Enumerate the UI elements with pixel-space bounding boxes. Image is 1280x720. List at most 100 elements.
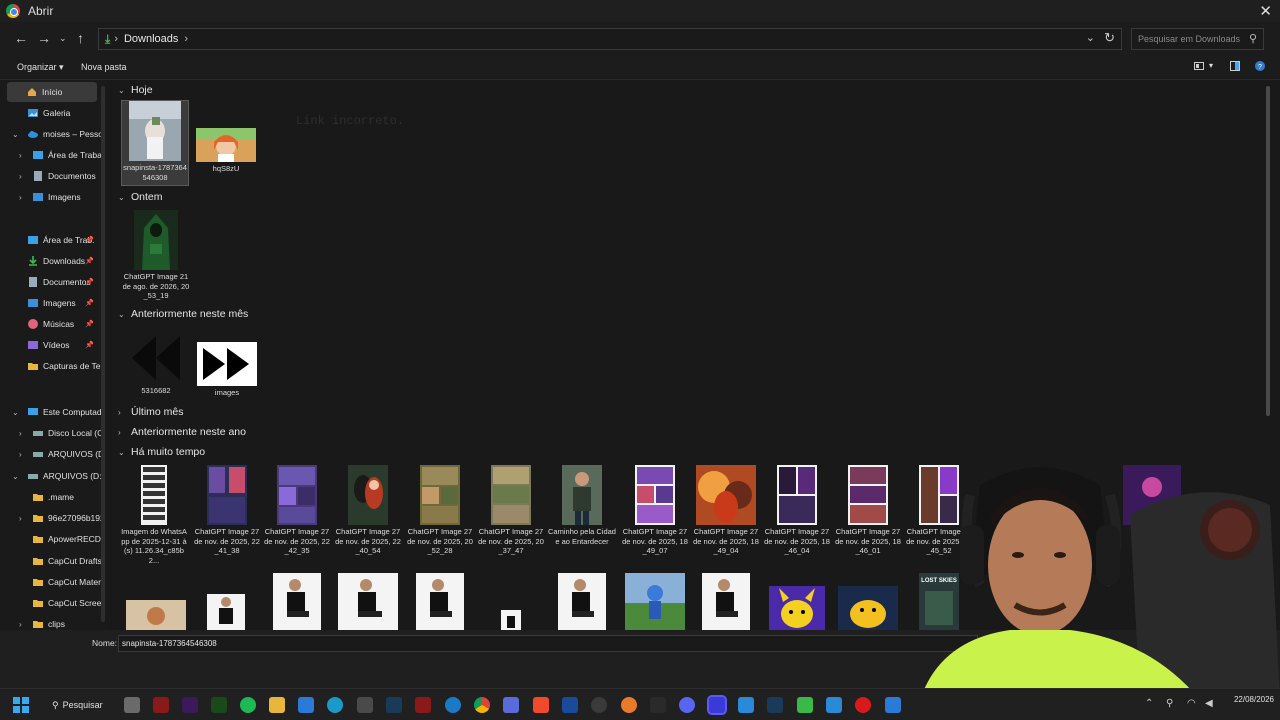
pin-icon[interactable]: 📌	[85, 299, 94, 307]
group-anteriormente-mes[interactable]: ⌄ Anteriormente neste mês	[118, 308, 248, 320]
file-tile[interactable]	[692, 573, 760, 630]
sidebar-item-downloads[interactable]: Downloads 📌	[0, 251, 104, 271]
file-tile[interactable]	[263, 573, 331, 630]
file-tile[interactable]	[621, 573, 689, 630]
app-icon[interactable]	[298, 697, 314, 713]
sidebar-item-musicas[interactable]: Músicas 📌	[0, 314, 104, 334]
volume-icon[interactable]: ◀	[1205, 698, 1213, 709]
file-tile[interactable]: ChatGPT Image 21 de ago. de 2026, 20_53_…	[122, 210, 190, 301]
sidebar-item-videos[interactable]: Vídeos 📌	[0, 335, 104, 355]
close-icon[interactable]: ✕	[1259, 2, 1272, 20]
file-tile[interactable]: ChatGPT Image 27 de nov. de 2025, 22_41_…	[193, 465, 261, 556]
spotify-icon[interactable]	[240, 697, 256, 713]
edge-icon[interactable]	[327, 697, 343, 713]
up-icon[interactable]: ↑	[77, 30, 84, 46]
task-view-icon[interactable]	[124, 697, 140, 713]
view-options-icon[interactable]	[1194, 61, 1204, 71]
pin-icon[interactable]: 📌	[85, 236, 94, 244]
group-hoje[interactable]: ⌄ Hoje	[118, 84, 153, 96]
pin-icon[interactable]: 📌	[85, 257, 94, 265]
clock[interactable]: 22/08/2026	[1226, 695, 1274, 705]
file-explorer-icon[interactable]	[269, 697, 285, 713]
sidebar-item-quick-desktop[interactable]: Área de Trab. 📌	[0, 230, 104, 250]
network-icon[interactable]: ⚲	[1166, 698, 1173, 709]
pin-icon[interactable]: 📌	[85, 278, 94, 286]
file-tile[interactable]	[763, 586, 831, 630]
file-tile[interactable]	[192, 594, 260, 630]
search-box[interactable]: ⚲	[1131, 28, 1264, 50]
file-tile[interactable]: Caminho pela Cidade ao Entardecer	[548, 465, 616, 546]
view-dropdown-icon[interactable]: ▾	[1209, 61, 1213, 70]
sidebar-item-capcut-materi[interactable]: CapCut Materi	[0, 572, 104, 592]
file-tile[interactable]	[406, 573, 474, 630]
sidebar-scrollbar[interactable]	[101, 86, 105, 622]
steam-icon[interactable]	[767, 697, 783, 713]
sidebar-item-clips[interactable]: clips	[0, 614, 104, 630]
app-icon[interactable]	[855, 697, 871, 713]
sidebar-item-quick-documentos[interactable]: Documentos 📌	[0, 272, 104, 292]
forward-icon[interactable]: →	[37, 30, 51, 46]
group-ultimo-mes[interactable]: › Último mês	[118, 406, 184, 418]
sidebar-item-galeria[interactable]: Galeria	[0, 103, 104, 123]
app-icon[interactable]	[650, 697, 666, 713]
file-tile[interactable]: 5316682	[122, 332, 190, 396]
file-tile[interactable]: ChatGPT Image 27 de nov. de 2025, 18_46_…	[763, 465, 831, 556]
new-folder-button[interactable]: Nova pasta	[81, 62, 127, 72]
discord-icon[interactable]	[679, 697, 695, 713]
sidebar-item-capcut-drafts[interactable]: CapCut Drafts	[0, 551, 104, 571]
app-icon[interactable]	[885, 697, 901, 713]
file-tile[interactable]: images	[193, 342, 261, 398]
app-icon[interactable]	[503, 697, 519, 713]
chevron-down-icon[interactable]: ⌄	[1086, 31, 1095, 44]
edge-icon[interactable]	[445, 697, 461, 713]
app-icon[interactable]	[211, 697, 227, 713]
wifi-icon[interactable]: ◠	[1187, 698, 1196, 709]
app-icon[interactable]	[182, 697, 198, 713]
file-tile[interactable]: Imagem do WhatsApp de 2025-12-31 à(s) 11…	[120, 465, 188, 565]
file-tile[interactable]: ChatGPT Image 27 de nov. de 2025, 18_46_…	[834, 465, 902, 556]
app-icon[interactable]	[707, 695, 727, 715]
firefox-icon[interactable]	[621, 697, 637, 713]
address-bar[interactable]: ⤓ › Downloads › ⌄ ↻	[98, 28, 1122, 50]
sidebar-item-inicio[interactable]: Início	[7, 82, 97, 102]
group-ha-muito-tempo[interactable]: ⌄ Há muito tempo	[118, 446, 205, 458]
sidebar-item-capturas[interactable]: Capturas de Tela	[0, 356, 104, 376]
file-tile[interactable]	[334, 573, 402, 630]
app-icon[interactable]	[415, 697, 431, 713]
app-icon[interactable]	[153, 697, 169, 713]
app-icon[interactable]	[562, 697, 578, 713]
file-tile[interactable]: ChatGPT Image 27 de nov. de 2025, 20_37_…	[477, 465, 545, 556]
pin-icon[interactable]: 📌	[85, 341, 94, 349]
group-ontem[interactable]: ⌄ Ontem	[118, 191, 163, 203]
help-icon[interactable]: ?	[1255, 61, 1265, 71]
refresh-icon[interactable]: ↻	[1104, 30, 1115, 46]
file-tile[interactable]: ChatGPT Image 27 de nov. de 2025, 20_52_…	[406, 465, 474, 556]
brave-icon[interactable]	[533, 697, 549, 713]
organize-button[interactable]: Organizar ▾	[17, 62, 64, 73]
recent-chevron-icon[interactable]: ⌄	[59, 33, 67, 44]
file-tile[interactable]: snapinsta-1787364546308	[121, 100, 189, 186]
group-anteriormente-ano[interactable]: › Anteriormente neste ano	[118, 426, 246, 438]
sidebar-item-imagens[interactable]: Imagens	[0, 187, 104, 207]
search-input[interactable]	[1138, 29, 1248, 49]
breadcrumb-downloads[interactable]: Downloads	[124, 33, 178, 45]
file-tile[interactable]	[122, 600, 190, 630]
sidebar-item-arquivos-d-2[interactable]: ARQUIVOS (D:)	[0, 466, 104, 486]
file-tile[interactable]: ChatGPT Image 27 de nov. de 2025, 22_40_…	[334, 465, 402, 556]
sidebar-item-quick-imagens[interactable]: Imagens 📌	[0, 293, 104, 313]
file-tile[interactable]	[834, 586, 902, 630]
app-icon[interactable]	[826, 697, 842, 713]
store-icon[interactable]	[357, 697, 373, 713]
breadcrumb-separator-icon[interactable]: ›	[184, 33, 188, 45]
sidebar-item-area-trabalho[interactable]: Área de Trabal	[0, 145, 104, 165]
file-tile[interactable]	[477, 610, 545, 630]
file-tile[interactable]: ChatGPT Image 27 de nov. de 2025, 22_42_…	[263, 465, 331, 556]
app-icon[interactable]	[738, 697, 754, 713]
sidebar-item-documentos[interactable]: Documentos	[0, 166, 104, 186]
sidebar-item-apowerrec[interactable]: ApowerRECDa	[0, 529, 104, 549]
steam-icon[interactable]	[386, 697, 402, 713]
tray-chevron-icon[interactable]: ⌃	[1145, 698, 1153, 709]
sidebar-item-arquivos-d-1[interactable]: ARQUIVOS (D:	[0, 444, 104, 464]
file-tile[interactable]: ChatGPT Image 27 de nov. de 2025, 18_49_…	[692, 465, 760, 556]
sidebar-item-capcut-screen[interactable]: CapCut Screer	[0, 593, 104, 613]
